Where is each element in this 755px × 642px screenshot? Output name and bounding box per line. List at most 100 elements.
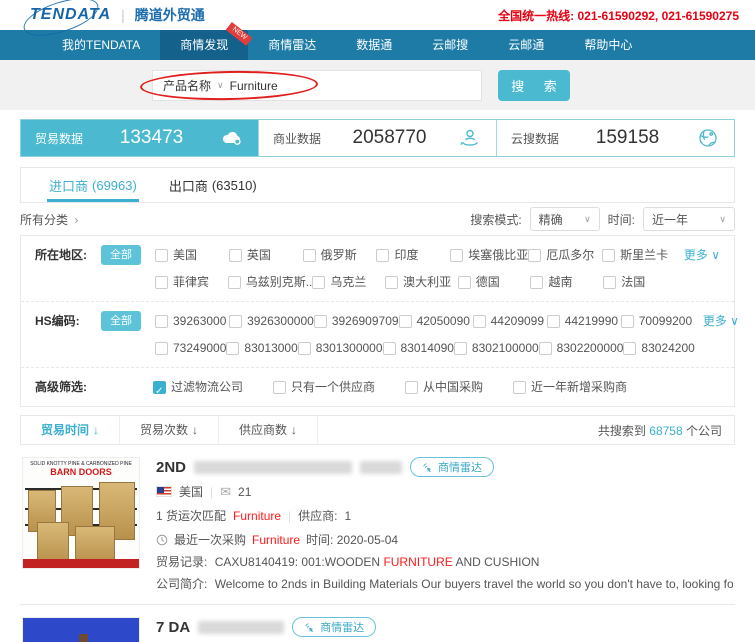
filter-advanced-row: 高级筛选: 过滤物流公司 只有一个供应商 从中国采购 近一 — [21, 367, 734, 406]
checkbox-label: 83013000 — [244, 337, 297, 359]
sort-label: 供应商数 — [239, 416, 287, 444]
nav-item[interactable]: 云邮搜 — [412, 30, 488, 60]
supplier-count: 1 — [345, 509, 352, 523]
stat-cloud-search-data[interactable]: 云搜数据 159158 — [496, 120, 734, 156]
checkbox-label: 过滤物流公司 — [171, 376, 243, 398]
company-image[interactable]: SOLID KNOTTY PINE & CARBONIZED PINE BARN… — [22, 457, 140, 569]
region-checkbox[interactable]: 俄罗斯 — [303, 244, 377, 266]
hscode-checkbox[interactable]: 8302200000 — [539, 337, 624, 359]
region-checkbox[interactable]: 乌兹别克斯.. — [228, 271, 313, 293]
nav-item[interactable]: 数据通 — [336, 30, 412, 60]
search-button[interactable]: 搜 索 — [498, 70, 570, 101]
sort-label: 贸易次数 — [140, 416, 188, 444]
tab-exporters[interactable]: 出口商 (63510) — [153, 168, 273, 202]
hscode-checkbox[interactable]: 73249000 — [155, 337, 226, 359]
hscode-more-link[interactable]: 更多 ∨ — [703, 310, 739, 332]
sort-arrow-icon: ↓ — [93, 416, 99, 444]
company-image[interactable]: 7M furniture — [22, 617, 140, 642]
region-checkbox[interactable]: 越南 — [530, 271, 603, 293]
radar-label: 商情雷达 — [320, 619, 364, 635]
region-checkbox[interactable]: 美国 — [155, 244, 229, 266]
business-radar-button[interactable]: 商情雷达 — [292, 617, 376, 637]
search-input[interactable] — [230, 79, 471, 93]
company-name[interactable]: 2ND — [156, 459, 186, 476]
region-checkbox[interactable]: 德国 — [458, 271, 531, 293]
advanced-checkbox[interactable]: 近一年新增采购商 — [513, 376, 627, 398]
tab-importers[interactable]: 进口商 (69963) — [33, 168, 153, 202]
checkbox-label: 83014090 — [401, 337, 454, 359]
hscode-checkbox[interactable]: 70099200 — [621, 310, 695, 332]
hscode-checkbox[interactable]: 44209099 — [473, 310, 547, 332]
checkbox-label: 44219990 — [565, 310, 618, 332]
redacted-text — [198, 621, 284, 634]
advanced-checkbox[interactable]: 过滤物流公司 — [153, 376, 243, 398]
sort-option[interactable]: 贸易时间 ↓ — [21, 416, 120, 444]
hscode-checkbox[interactable]: 3926300000 — [229, 310, 314, 332]
region-checkbox[interactable]: 埃塞俄比亚 — [450, 244, 528, 266]
sort-option[interactable]: 供应商数 ↓ — [219, 416, 318, 444]
checkbox-label: 44209099 — [491, 310, 544, 332]
hscode-checkbox[interactable]: 83013000 — [226, 337, 297, 359]
recent-keyword: Furniture — [252, 533, 300, 547]
checkbox-icon — [513, 381, 526, 394]
radar-icon — [304, 622, 315, 633]
service-icon — [458, 126, 482, 150]
nav-item[interactable]: 商情发现 NEW — [160, 30, 248, 60]
time-range-select[interactable]: 近一年 ∨ — [643, 207, 735, 231]
hscode-checkbox[interactable]: 8301300000 — [298, 337, 383, 359]
region-checkbox[interactable]: 乌克兰 — [312, 271, 385, 293]
checkbox-icon — [303, 249, 316, 262]
hscode-checkbox[interactable]: 83024200 — [623, 337, 694, 359]
nav-item-label: 云邮通 — [508, 38, 544, 52]
hscode-all-button[interactable]: 全部 — [101, 311, 141, 331]
checkbox-icon — [228, 276, 241, 289]
nav-item[interactable]: 我的TENDATA — [42, 30, 160, 60]
divider: | — [288, 509, 291, 523]
checkbox-label: 乌兹别克斯.. — [246, 271, 313, 293]
region-more-link[interactable]: 更多 ∨ — [684, 244, 720, 266]
search-category-dropdown[interactable]: 产品名称 — [163, 77, 211, 94]
region-checkbox[interactable]: 法国 — [603, 271, 676, 293]
search-box[interactable]: 产品名称 ∨ — [152, 70, 482, 101]
advanced-checkbox[interactable]: 从中国采购 — [405, 376, 483, 398]
sort-label: 贸易时间 — [41, 416, 89, 444]
region-checkbox[interactable]: 澳大利亚 — [385, 271, 458, 293]
region-checkbox[interactable]: 斯里兰卡 — [602, 244, 676, 266]
checkbox-icon — [383, 342, 396, 355]
checkbox-icon — [405, 381, 418, 394]
checkbox-label: 俄罗斯 — [321, 244, 357, 266]
nav-item[interactable]: 商情雷达 — [248, 30, 336, 60]
hscode-checkbox[interactable]: 8302100000 — [454, 337, 539, 359]
record-label: 贸易记录: — [156, 555, 207, 569]
brand-logo[interactable]: TENDATA | 腾道外贸通 — [30, 5, 205, 25]
hscode-checkbox[interactable]: 83014090 — [383, 337, 454, 359]
top-header: TENDATA | 腾道外贸通 全国统一热线: 021-61590292, 02… — [0, 0, 755, 30]
stat-trade-data[interactable]: 贸易数据 133473 — [21, 120, 258, 156]
checkbox-icon — [273, 381, 286, 394]
advanced-checkbox[interactable]: 只有一个供应商 — [273, 376, 375, 398]
region-checkbox[interactable]: 印度 — [376, 244, 450, 266]
nav-item[interactable]: 云邮通 — [488, 30, 564, 60]
company-name[interactable]: 7 DA — [156, 619, 190, 636]
stat-value: 2058770 — [331, 127, 448, 149]
region-all-button[interactable]: 全部 — [101, 245, 141, 265]
hscode-checkbox[interactable]: 3926909709 — [314, 310, 399, 332]
stat-business-data[interactable]: 商业数据 2058770 — [258, 120, 496, 156]
hscode-checkbox[interactable]: 42050090 — [399, 310, 473, 332]
search-mode-select[interactable]: 精确 ∨ — [530, 207, 600, 231]
all-categories-link[interactable]: 所有分类 › — [20, 211, 78, 228]
business-radar-button[interactable]: 商情雷达 — [410, 457, 494, 477]
region-checkbox[interactable]: 厄瓜多尔 — [528, 244, 602, 266]
checkbox-label: 印度 — [394, 244, 418, 266]
region-checkbox[interactable]: 菲律宾 — [155, 271, 228, 293]
nav-item[interactable]: 帮助中心 — [564, 30, 652, 60]
data-source-stats: 贸易数据 133473 商业数据 2058770 云搜数据 159158 — [20, 119, 735, 157]
hscode-checkbox[interactable]: 44219990 — [547, 310, 621, 332]
checkbox-label: 83024200 — [641, 337, 694, 359]
intro-label: 公司简介: — [156, 577, 207, 591]
region-checkbox[interactable]: 英国 — [229, 244, 303, 266]
hscode-checkbox[interactable]: 39263000 — [155, 310, 229, 332]
sort-option[interactable]: 贸易次数 ↓ — [120, 416, 219, 444]
main-nav: 我的TENDATA 商情发现 NEW 商情雷达 数据通 云邮搜 云邮通 帮助中心 — [0, 30, 755, 60]
search-mode-label: 搜索模式: — [470, 211, 521, 228]
